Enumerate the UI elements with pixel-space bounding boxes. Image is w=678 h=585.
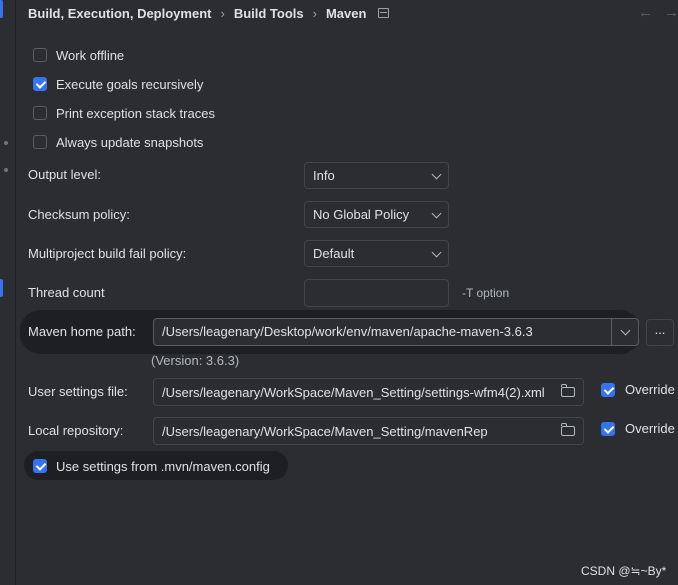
- multiproject-fail-policy-label: Multiproject build fail policy:: [28, 246, 187, 261]
- breadcrumb-item-build-tools[interactable]: Build Tools: [234, 6, 304, 21]
- work-offline-label: Work offline: [56, 47, 125, 63]
- user-settings-override-row[interactable]: Override: [601, 382, 675, 397]
- user-settings-override-label: Override: [625, 382, 675, 397]
- always-update-snapshots-checkbox-row[interactable]: Always update snapshots: [33, 132, 203, 152]
- always-update-snapshots-checkbox[interactable]: [33, 135, 47, 149]
- mvn-config-checkbox-row[interactable]: Use settings from .mvn/maven.config: [33, 456, 270, 476]
- execute-goals-recursively-label: Execute goals recursively: [56, 76, 204, 92]
- strip-selection-indicator: [0, 0, 3, 18]
- execute-goals-recursively-checkbox-row[interactable]: Execute goals recursively: [33, 74, 203, 94]
- local-repository-override-row[interactable]: Override: [601, 421, 675, 436]
- print-exception-stack-traces-checkbox-row[interactable]: Print exception stack traces: [33, 103, 215, 123]
- breadcrumb-item-maven: Maven: [325, 5, 367, 21]
- breadcrumb-item-build-execution-deployment[interactable]: Build, Execution, Deployment: [28, 6, 211, 21]
- strip-dot: [4, 168, 8, 172]
- back-arrow-icon[interactable]: ←: [638, 4, 653, 21]
- folder-icon[interactable]: [560, 423, 575, 436]
- chevron-down-icon: [431, 169, 442, 179]
- execute-goals-recursively-checkbox[interactable]: [33, 77, 47, 91]
- user-settings-override-checkbox[interactable]: [601, 382, 615, 397]
- work-offline-checkbox[interactable]: [33, 48, 47, 62]
- maven-home-dropdown-button[interactable]: [611, 319, 638, 345]
- maven-home-path-combobox[interactable]: /Users/leagenary/Desktop/work/env/maven/…: [153, 318, 639, 346]
- thread-count-input[interactable]: [304, 279, 449, 307]
- multiproject-fail-policy-value: Default: [313, 246, 355, 261]
- local-repository-field[interactable]: /Users/leagenary/WorkSpace/Maven_Setting…: [153, 417, 584, 445]
- user-settings-file-label: User settings file:: [28, 384, 128, 399]
- maven-home-browse-button[interactable]: ...: [646, 319, 674, 346]
- print-exception-stack-traces-label: Print exception stack traces: [56, 105, 215, 121]
- user-settings-file-field[interactable]: /Users/leagenary/WorkSpace/Maven_Setting…: [153, 378, 584, 406]
- breadcrumb: Build, Execution, Deployment › Build Too…: [28, 4, 390, 22]
- chevron-down-icon: [620, 325, 630, 336]
- mvn-config-checkbox[interactable]: [33, 459, 47, 473]
- breadcrumb-separator-icon: ›: [312, 5, 317, 21]
- chevron-down-icon: [431, 247, 442, 257]
- local-repository-label: Local repository:: [28, 423, 124, 438]
- chevron-down-icon: [431, 208, 442, 218]
- thread-count-label: Thread count: [28, 285, 105, 300]
- csdn-watermark: CSDN @≒~By*: [581, 564, 667, 578]
- output-level-value: Info: [313, 168, 335, 183]
- mvn-config-label: Use settings from .mvn/maven.config: [56, 458, 270, 474]
- multiproject-fail-policy-select[interactable]: Default: [304, 240, 449, 267]
- checksum-policy-label: Checksum policy:: [28, 207, 130, 222]
- checksum-policy-value: No Global Policy: [313, 207, 410, 222]
- maven-home-path-label: Maven home path:: [28, 324, 136, 339]
- strip-active-indicator: [0, 279, 3, 297]
- maven-home-path-value[interactable]: /Users/leagenary/Desktop/work/env/maven/…: [154, 319, 611, 345]
- local-repository-value[interactable]: /Users/leagenary/WorkSpace/Maven_Setting…: [154, 424, 555, 439]
- strip-dot: [4, 141, 8, 145]
- output-level-select[interactable]: Info: [304, 162, 449, 189]
- thread-count-hint: -T option: [462, 286, 510, 300]
- always-update-snapshots-label: Always update snapshots: [56, 134, 204, 150]
- print-exception-stack-traces-checkbox[interactable]: [33, 106, 47, 120]
- maven-version-text: (Version: 3.6.3): [151, 353, 240, 368]
- forward-arrow-icon[interactable]: →: [664, 4, 678, 21]
- window-icon: [378, 8, 390, 18]
- folder-icon[interactable]: [560, 384, 575, 397]
- breadcrumb-separator-icon: ›: [220, 5, 225, 21]
- local-repository-override-label: Override: [625, 421, 675, 436]
- local-repository-override-checkbox[interactable]: [601, 421, 615, 436]
- output-level-label: Output level:: [28, 167, 101, 182]
- user-settings-file-value[interactable]: /Users/leagenary/WorkSpace/Maven_Setting…: [154, 385, 555, 400]
- checksum-policy-select[interactable]: No Global Policy: [304, 201, 449, 228]
- work-offline-checkbox-row[interactable]: Work offline: [33, 45, 124, 65]
